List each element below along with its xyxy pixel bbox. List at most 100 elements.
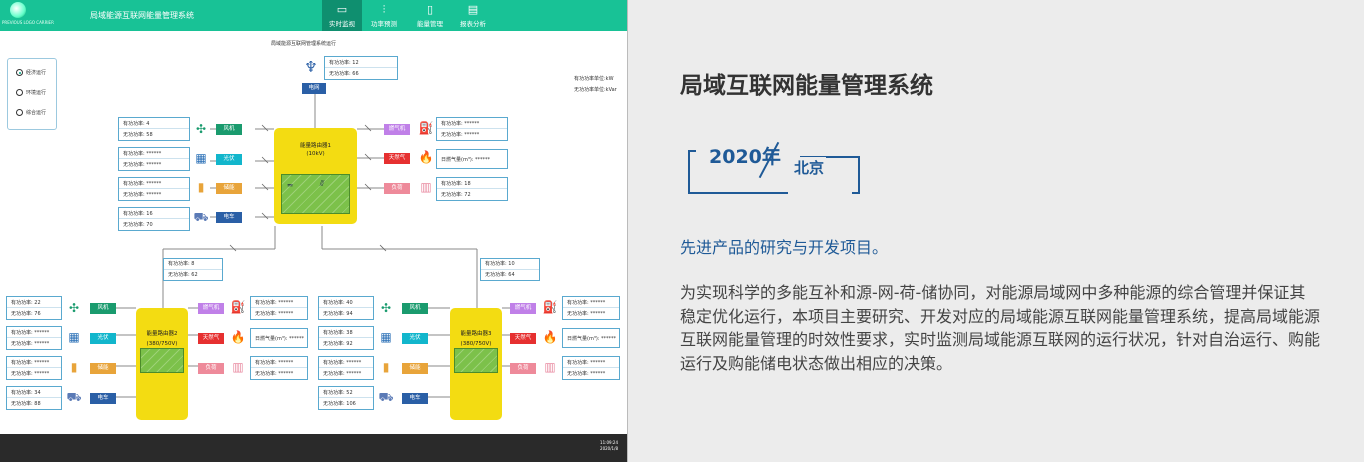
taskbar-clock[interactable]: 11:09:24 2020/1/8 [600,440,618,452]
router1-name: 能量路由器1 [300,143,331,149]
unit-legend: 有功功率单位:kW 无功功率单位:kVar [574,74,617,96]
r1-wind-tag[interactable]: 风机 [216,124,242,135]
unit-reactive-power: 无功功率单位:kVar [574,87,617,93]
r1-gas-generator-power-box: 有功功率: ****** 无功功率: ****** [436,117,508,141]
solar-panel-icon: ▦ [68,330,80,344]
load-building-icon: ▥ [544,360,556,374]
r3-ev-power-box: 有功功率: 52 无功功率: 106 [318,386,374,410]
link-power-box-router3: 有功功率: 10 无功功率: 64 [480,258,540,281]
battery-storage-icon: ▮ [70,360,78,374]
r1-pv-power-box: 有功功率: ****** 无功功率: ****** [118,147,190,171]
solar-panel-icon: ▦ [195,151,207,165]
grid-power-box: 有功功率: 12 无功功率: 66 [324,56,398,80]
r3-pv-power-box: 有功功率: 38 无功功率: 92 [318,326,374,350]
mode-environment-radio[interactable]: 环境运行 [16,89,46,96]
r1-gas-generator-tag[interactable]: 燃气机 [384,124,410,135]
r2-load-power-box: 有功功率: ****** 无功功率: ****** [250,356,308,380]
tab-realtime-monitor[interactable]: ▭ 实时监视 [322,0,362,31]
monitor-icon: ▭ [336,3,348,16]
energy-router-3[interactable]: 能量路由器3 (380/750V) [450,308,502,420]
r2-natural-gas-volume-box: 日燃气量(m³): ****** [250,328,308,348]
tab-report-analysis[interactable]: ▤ 报表分析 [453,0,493,31]
taskbar: 11:09:24 2020/1/8 [0,434,627,462]
r3-wind-power-box: 有功功率: 40 无功功率: 94 [318,296,374,320]
r1-load-power-box: 有功功率: 18 无功功率: 72 [436,177,508,201]
report-icon: ▤ [467,3,479,16]
tab-energy-management[interactable]: ▯ 能量管理 [410,0,450,31]
unit-active-power: 有功功率单位:kW [574,76,614,82]
tab-power-forecast[interactable]: ⫶ 功率预测 [364,0,404,31]
radio-selected-icon [16,69,23,76]
router3-voltage: (380/750V) [460,341,492,347]
r2-natural-gas-tag[interactable]: 天然气 [198,333,224,344]
r3-gas-generator-power-box: 有功功率: ****** 无功功率: ****** [562,296,620,320]
r1-storage-power-box: 有功功率: ****** 无功功率: ****** [118,177,190,201]
r3-gas-generator-tag[interactable]: 燃气机 [510,303,536,314]
r1-storage-tag[interactable]: 储能 [216,183,242,194]
project-lead: 先进产品的研究与开发项目。 [680,238,889,257]
r3-storage-tag[interactable]: 储能 [402,363,428,374]
radio-icon [16,89,23,96]
project-city: 北京 [792,157,827,178]
r1-natural-gas-volume-box: 日燃气量(m³): ****** [436,149,508,169]
sliders-icon: ⫶ [382,3,386,16]
logo-icon [10,2,26,18]
router3-converter-block [454,348,498,373]
wind-turbine-icon: ✣ [195,122,207,136]
r2-load-tag[interactable]: 负荷 [198,363,224,374]
router3-name: 能量路由器3 [460,331,492,337]
r2-ev-power-box: 有功功率: 34 无功功率: 88 [6,386,62,410]
flame-icon: 🔥 [418,150,434,164]
r3-ev-tag[interactable]: 电车 [402,393,428,404]
router2-voltage: (380/750V) [146,341,178,347]
flame-icon: 🔥 [230,330,246,344]
r2-ev-tag[interactable]: 电车 [90,393,116,404]
flame-icon: 🔥 [542,330,558,344]
transmission-tower-icon: ♆ [304,58,318,76]
r2-gas-generator-tag[interactable]: 燃气机 [198,303,224,314]
gas-generator-icon: ⛽ [542,300,558,314]
app-title: 局域能源互联网能量管理系统 [90,11,194,20]
energy-router-2[interactable]: 能量路由器2 (380/750V) [136,308,188,420]
battery-storage-icon: ▮ [382,360,390,374]
load-building-icon: ▥ [420,180,432,194]
r1-ev-tag[interactable]: 电车 [216,212,242,223]
r3-storage-power-box: 有功功率: ****** 无功功率: ****** [318,356,374,380]
ev-charger-icon: ⛟ [66,390,82,404]
battery-storage-icon: ▮ [197,180,205,194]
r3-wind-tag[interactable]: 风机 [402,303,428,314]
r3-load-power-box: 有功功率: ****** 无功功率: ****** [562,356,620,380]
ev-charger-icon: ⛟ [193,210,209,224]
solar-panel-icon: ▦ [380,330,392,344]
energy-router-1[interactable]: 能量路由器1 (10kV) ═ ⫻ [274,128,357,224]
r2-storage-tag[interactable]: 储能 [90,363,116,374]
year-location-badge: 2020年 北京 [688,141,862,194]
r3-load-tag[interactable]: 负荷 [510,363,536,374]
app-screenshot: PREVIOUS LOGO CARRIER 局域能源互联网能量管理系统 ▭ 实时监… [0,0,628,462]
r2-wind-tag[interactable]: 风机 [90,303,116,314]
ev-charger-icon: ⛟ [378,390,394,404]
gas-generator-icon: ⛽ [230,300,246,314]
r2-pv-tag[interactable]: 光伏 [90,333,116,344]
r3-natural-gas-volume-box: 日燃气量(m³): ****** [562,328,620,348]
r1-pv-tag[interactable]: 光伏 [216,154,242,165]
r2-wind-power-box: 有功功率: 22 无功功率: 76 [6,296,62,320]
r1-natural-gas-tag[interactable]: 天然气 [384,153,410,164]
r1-ev-power-box: 有功功率: 16 无功功率: 70 [118,207,190,231]
mode-economic-radio[interactable]: 经济运行 [16,69,46,76]
grid-tag[interactable]: 电网 [302,83,326,94]
mode-combined-radio[interactable]: 综合运行 [16,109,46,116]
load-building-icon: ▥ [232,360,244,374]
logo-text: PREVIOUS LOGO CARRIER [2,20,54,25]
wind-turbine-icon: ✣ [380,301,392,315]
router1-voltage: (10kV) [306,151,325,157]
link-power-box-router2: 有功功率: 8 无功功率: 62 [163,258,223,281]
top-bar: PREVIOUS LOGO CARRIER 局域能源互联网能量管理系统 ▭ 实时监… [0,0,627,31]
r2-pv-power-box: 有功功率: ****** 无功功率: ****** [6,326,62,350]
r3-pv-tag[interactable]: 光伏 [402,333,428,344]
r1-wind-power-box: 有功功率: 4 无功功率: 58 [118,117,190,141]
radio-icon [16,109,23,116]
r3-natural-gas-tag[interactable]: 天然气 [510,333,536,344]
wind-turbine-icon: ✣ [68,301,80,315]
r1-load-tag[interactable]: 负荷 [384,183,410,194]
